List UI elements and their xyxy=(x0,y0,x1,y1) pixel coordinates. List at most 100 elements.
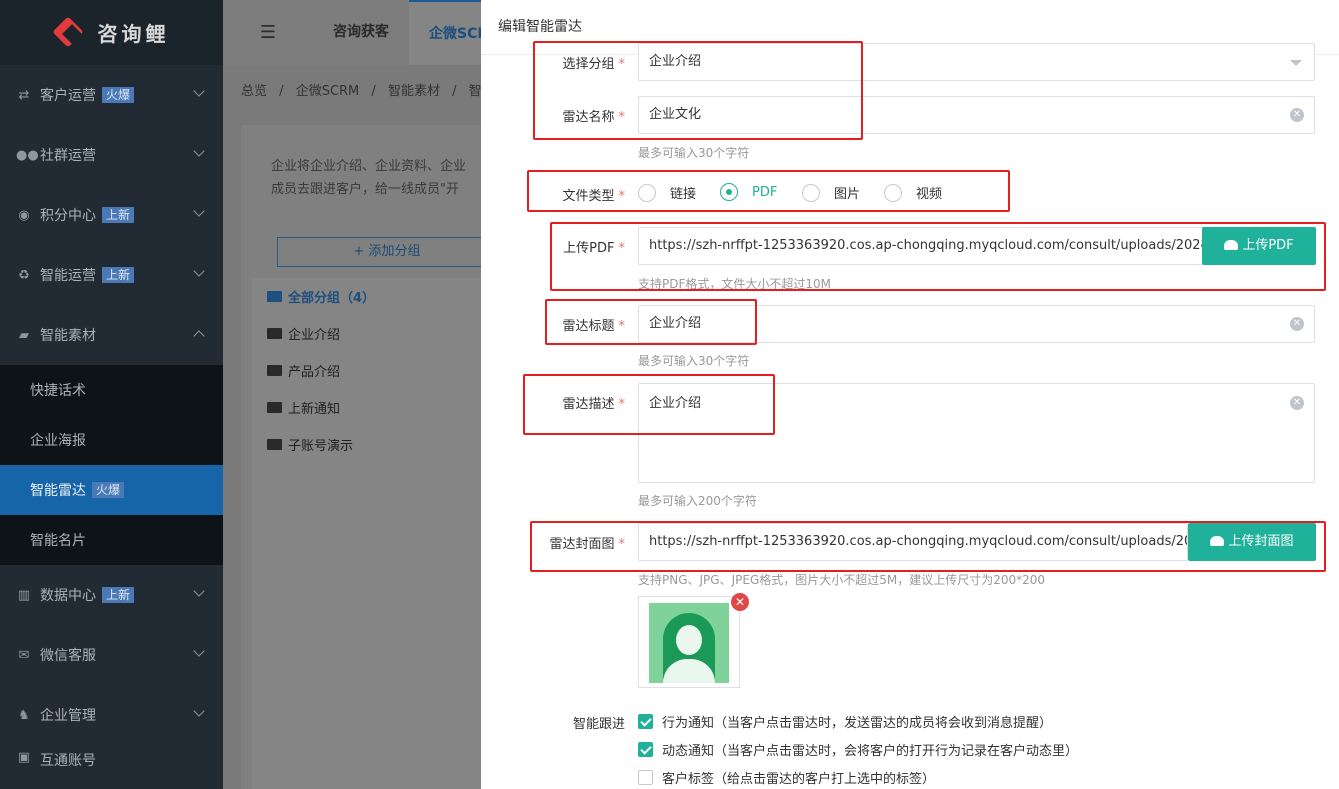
upload-cover-button[interactable]: 上传封面图 xyxy=(1188,523,1316,561)
clear-icon[interactable]: ✕ xyxy=(1290,108,1304,122)
label-text: 雷达描述 xyxy=(562,397,615,412)
radio-image[interactable]: 图片 xyxy=(802,183,860,202)
sidebar-item-points-center[interactable]: ◉ 积分中心 上新 xyxy=(0,185,223,245)
add-group-button[interactable]: + 添加分组 xyxy=(277,237,497,267)
form-label: 雷达描述 * xyxy=(562,397,625,412)
folder-icon xyxy=(267,328,282,339)
coins-icon: ◉ xyxy=(18,207,30,223)
radar-title-input[interactable]: 企业介绍 ✕ xyxy=(638,305,1315,343)
form-label: 雷达封面图 * xyxy=(549,537,625,552)
sidebar-item-label: 客户运营 xyxy=(40,88,96,104)
cover-thumbnail[interactable]: ✕ xyxy=(638,593,749,688)
sidebar-item-smart-ops[interactable]: ♻ 智能运营 上新 xyxy=(0,245,223,305)
sidebar-item-enterprise-mgmt[interactable]: ♞ 企业管理 xyxy=(0,685,223,745)
radar-name-input[interactable]: 企业文化 ✕ xyxy=(638,96,1315,134)
sidebar-item-label: 微信客服 xyxy=(40,648,96,664)
group-select[interactable]: 企业介绍 xyxy=(638,43,1315,81)
logo-icon xyxy=(51,15,88,50)
breadcrumb-separator: / xyxy=(371,84,376,99)
description-line: 成员去跟进客户，给一线成员"开 xyxy=(271,182,459,197)
group-item[interactable]: 产品介绍 xyxy=(252,352,502,389)
checkbox-label: 客户标签（给点击雷达的客户打上选中的标签） xyxy=(662,772,936,787)
form-label: 选择分组 * xyxy=(562,57,625,72)
sidebar-item-customer-ops[interactable]: ⇄ 客户运营 火爆 xyxy=(0,65,223,125)
submenu-item-label: 快捷话术 xyxy=(30,383,86,399)
group-item[interactable]: 企业介绍 xyxy=(252,315,502,352)
breadcrumb-item[interactable]: 智能素材 xyxy=(388,84,440,99)
sidebar-item-smart-material[interactable]: ▰ 智能素材 xyxy=(0,305,223,365)
input-value: https://szh-nrffpt-1253363920.cos.ap-cho… xyxy=(649,534,1188,549)
form-label: 智能跟进 xyxy=(505,713,625,732)
chevron-down-icon xyxy=(193,645,205,657)
clear-icon[interactable]: ✕ xyxy=(1290,317,1304,331)
users-icon: ●● xyxy=(16,147,39,163)
label-text: 上传PDF xyxy=(563,241,615,256)
form-label: 文件类型 * xyxy=(562,189,625,204)
group-item[interactable]: 子账号演示 xyxy=(252,426,502,463)
label-text: 智能跟进 xyxy=(572,717,625,732)
cloud-upload-icon xyxy=(1210,536,1225,546)
breadcrumb-item[interactable]: 总览 xyxy=(241,84,267,99)
chevron-up-icon xyxy=(193,330,205,342)
cover-url-input[interactable]: https://szh-nrffpt-1253363920.cos.ap-cho… xyxy=(638,523,1188,561)
sidebar-item-community-ops[interactable]: ●● 社群运营 xyxy=(0,125,223,185)
pdf-url-input[interactable]: https://szh-nrffpt-1253363920.cos.ap-cho… xyxy=(638,227,1208,265)
radio-checked-icon xyxy=(720,183,738,201)
radio-video[interactable]: 视频 xyxy=(884,183,942,202)
new-badge: 上新 xyxy=(102,587,135,603)
logo[interactable]: 咨询鲤 xyxy=(0,0,223,65)
radio-icon xyxy=(802,183,820,202)
submenu-item-smart-radar[interactable]: 智能雷达 火爆 xyxy=(0,465,223,515)
menu-toggle-icon[interactable]: ☰ xyxy=(223,22,313,43)
group-label: 上新通知 xyxy=(288,402,341,417)
radio-link[interactable]: 链接 xyxy=(638,183,696,202)
radio-label: 图片 xyxy=(834,187,861,202)
checkbox-checked-icon xyxy=(638,742,653,757)
form-label: 雷达名称 * xyxy=(562,110,625,125)
sidebar-item-label: 智能素材 xyxy=(40,328,96,344)
folder-icon xyxy=(267,439,282,450)
radar-description-textarea[interactable]: 企业介绍 ✕ xyxy=(638,383,1315,483)
delete-icon[interactable]: ✕ xyxy=(731,593,749,611)
group-item-all[interactable]: 全部分组（4） xyxy=(252,278,502,315)
hot-badge: 火爆 xyxy=(92,482,125,498)
checkbox-label: 行为通知（当客户点击雷达时，发送雷达的成员将会收到消息提醒） xyxy=(662,716,1053,731)
group-item[interactable]: 上新通知 xyxy=(252,389,502,426)
submenu-item-posters[interactable]: 企业海报 xyxy=(0,415,223,465)
sidebar-item-data-center[interactable]: ▥ 数据中心 上新 xyxy=(0,565,223,625)
label-text: 文件类型 xyxy=(562,189,615,204)
sidebar-item-linked-accounts[interactable]: ▣ 互通账号 xyxy=(0,745,223,770)
checkbox-activity-notify[interactable]: 动态通知（当客户点击雷达时，会将客户的打开行为记录在客户动态里） xyxy=(638,740,1078,759)
checkbox-label: 动态通知（当客户点击雷达时，会将客户的打开行为记录在客户动态里） xyxy=(662,744,1079,759)
group-list: 全部分组（4） 企业介绍 产品介绍 上新通知 子账号演示 xyxy=(252,278,502,789)
sync-icon: ⇄ xyxy=(18,87,30,103)
sidebar-item-label: 企业管理 xyxy=(40,708,96,724)
checkbox-customer-tag[interactable]: 客户标签（给点击雷达的客户打上选中的标签） xyxy=(638,768,935,787)
edit-radar-drawer: 编辑智能雷达 选择分组 * 企业介绍 雷达名称 * 企业文化 ✕ 最多可输入30个字… xyxy=(481,0,1339,789)
breadcrumb-separator: / xyxy=(452,84,457,99)
form-label: 雷达标题 * xyxy=(562,319,625,334)
hot-badge: 火爆 xyxy=(102,87,135,103)
sidebar-item-wechat-service[interactable]: ✉ 微信客服 xyxy=(0,625,223,685)
upload-pdf-button[interactable]: 上传PDF xyxy=(1202,227,1316,265)
submenu-item-quick-scripts[interactable]: 快捷话术 xyxy=(0,365,223,415)
sidebar-item-label: 积分中心 xyxy=(40,208,96,224)
cloud-upload-icon xyxy=(1224,240,1239,250)
button-label: 上传PDF xyxy=(1242,238,1294,253)
label-text: 选择分组 xyxy=(562,57,615,72)
breadcrumb: 总览 / 企微SCRM / 智能素材 / 智能 xyxy=(241,80,503,99)
checkbox-behavior-notify[interactable]: 行为通知（当客户点击雷达时，发送雷达的成员将会收到消息提醒） xyxy=(638,712,1052,731)
group-label: 子账号演示 xyxy=(288,439,354,454)
submenu-item-label: 企业海报 xyxy=(30,433,86,449)
breadcrumb-separator: / xyxy=(279,84,284,99)
chevron-down-icon xyxy=(193,265,205,277)
chevron-down-icon xyxy=(193,85,205,97)
label-text: 雷达封面图 xyxy=(549,537,615,552)
radio-pdf[interactable]: PDF xyxy=(720,183,777,201)
breadcrumb-item[interactable]: 企微SCRM xyxy=(296,84,360,99)
submenu-item-smart-card[interactable]: 智能名片 xyxy=(0,515,223,565)
logo-text: 咨询鲤 xyxy=(97,22,170,46)
recycle-icon: ♻ xyxy=(18,267,30,283)
clear-icon[interactable]: ✕ xyxy=(1290,396,1304,410)
tab-consult-acquire[interactable]: 咨询获客 xyxy=(313,0,409,65)
